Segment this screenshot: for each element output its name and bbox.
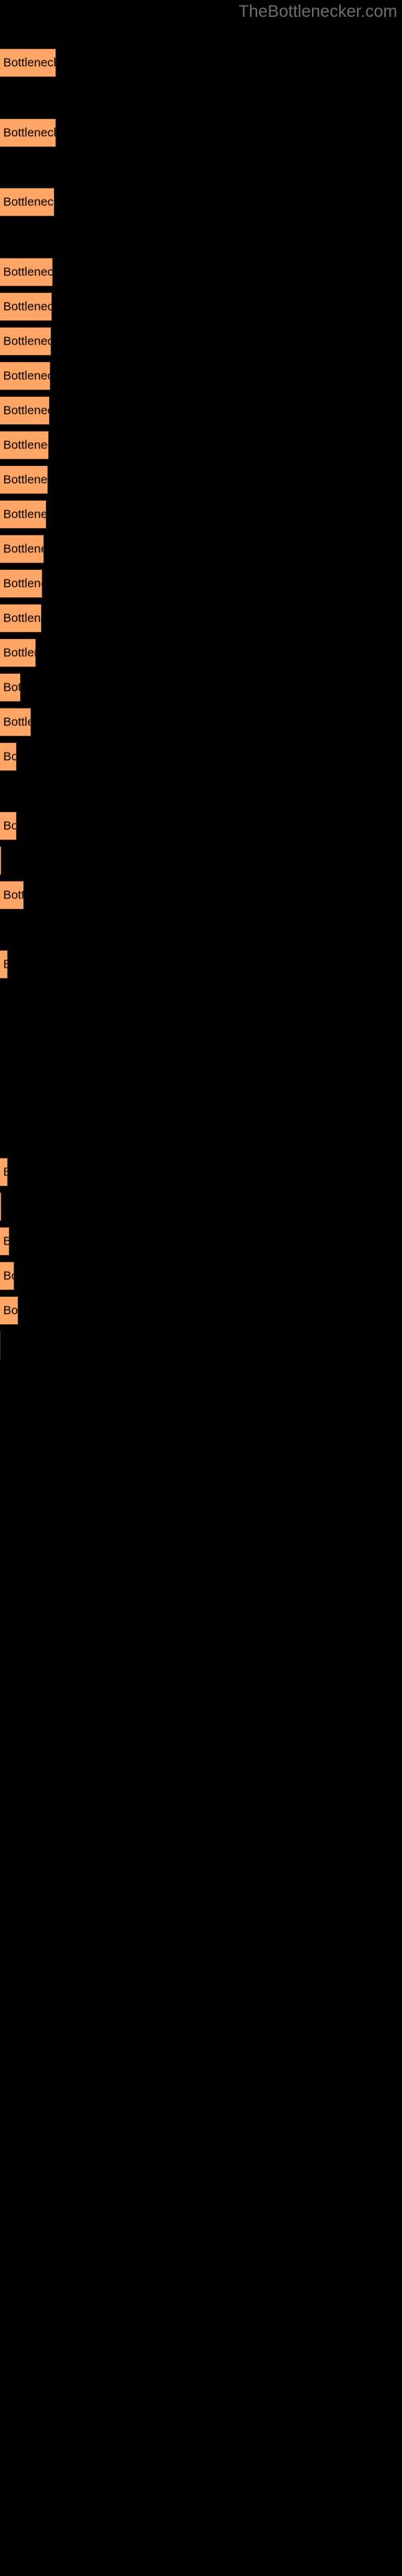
bar[interactable]: Bottleneck result (0, 327, 51, 356)
bar-label: Bottleneck result (3, 611, 41, 625)
bar-label: Bottleneck result (3, 403, 49, 418)
bar-label: Bottleneck result (3, 1303, 18, 1318)
bar[interactable]: Bottleneck result (0, 1296, 18, 1325)
bar-label: Bottleneck result (3, 749, 17, 764)
bar[interactable]: Bottleneck result (0, 361, 51, 390)
bar[interactable]: Bottleneck result (0, 881, 24, 910)
bar-label: Bottleneck result (3, 1269, 14, 1283)
bar[interactable]: Bottleneck result (0, 708, 31, 737)
bar[interactable]: Bottleneck result (0, 638, 36, 667)
bar-label: Bottleneck result (3, 507, 46, 522)
bar[interactable]: Bottleneck result (0, 1227, 10, 1256)
bar[interactable]: Bottleneck result (0, 118, 56, 147)
bar[interactable]: Bottleneck result (0, 500, 47, 529)
bar[interactable]: Bottleneck result (0, 258, 53, 287)
bar-label: Bottleneck result (3, 576, 42, 591)
bar-label: Bottleneck result (3, 369, 50, 383)
bar-label: Bottleneck result (3, 1166, 7, 1179)
bar-label: Bottleneck result (3, 438, 48, 452)
bar[interactable]: Bottleneck result (0, 1261, 14, 1290)
bar-label: Bottleneck result (3, 542, 43, 556)
bar-label: Bottleneck result (3, 265, 53, 279)
bottleneck-bar-chart: Bottleneck result Bottleneck result Bottle… (0, 0, 402, 2576)
bar-label: Bottleneck result (3, 473, 48, 487)
bar[interactable]: Bottleneck result (0, 431, 49, 460)
bar[interactable]: Bottleneck result (0, 846, 2, 875)
bar-label: Bottleneck result (3, 958, 7, 972)
bar[interactable]: Bottleneck result (0, 188, 55, 217)
bar[interactable]: Bottleneck result (0, 742, 17, 771)
bar[interactable]: Bottleneck result (0, 1331, 1, 1360)
bar-label: Bottleneck result (3, 646, 35, 660)
bar[interactable]: Bottleneck result (0, 811, 17, 840)
bar[interactable]: Bottleneck result (0, 569, 43, 598)
bar[interactable]: Bottleneck result (0, 604, 42, 633)
bar-label: Bottleneck result (3, 195, 55, 209)
bar[interactable]: Bottleneck result (0, 673, 21, 702)
bar-label: Bottleneck result (3, 126, 56, 140)
bar-label: Bottleneck result (3, 299, 51, 314)
bar-label: Bottleneck result (3, 1235, 9, 1249)
bar[interactable]: Bottleneck result (0, 535, 44, 564)
bar-label: Bottleneck result (3, 56, 56, 70)
bar[interactable]: Bottleneck result (0, 1158, 8, 1187)
bar[interactable]: Bottleneck result (0, 48, 56, 77)
bar[interactable]: Bottleneck result (0, 950, 8, 979)
bar-label: Bottleneck result (3, 334, 51, 349)
bar-label: Bottleneck result (3, 819, 17, 833)
bar-label: Bottleneck result (3, 680, 20, 695)
bar[interactable]: Bottleneck result (0, 1192, 2, 1221)
bar[interactable]: Bottleneck result (0, 465, 48, 494)
bar[interactable]: Bottleneck result (0, 396, 50, 425)
bar-label: Bottleneck result (3, 888, 23, 902)
bar[interactable]: Bottleneck result (0, 292, 52, 321)
bar-label: Bottleneck result (3, 715, 31, 729)
